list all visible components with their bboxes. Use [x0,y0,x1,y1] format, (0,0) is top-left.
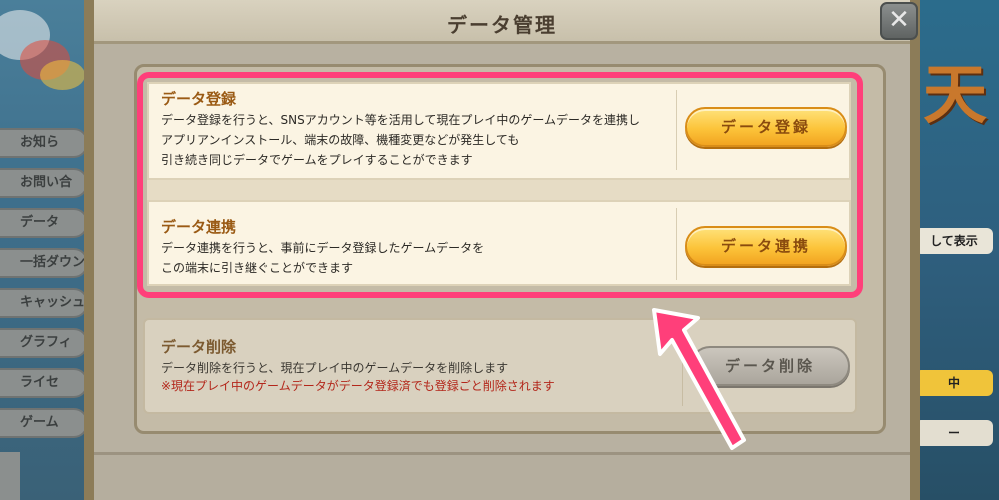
close-button[interactable]: ✕ [880,2,918,40]
dialog-footer [94,452,910,500]
arrow-pointer-icon [652,308,746,450]
background-menu-item: お問い合 [0,168,88,198]
background-kanji: 天 [923,58,987,133]
background-menu-item: キャッシュ [0,288,88,318]
data-delete-description: データ削除を行うと、現在プレイ中のゲームデータを削除します [161,361,509,375]
background-menu-item: 一括ダウン [0,248,88,278]
close-icon: ✕ [888,5,910,35]
data-delete-warning: ※現在プレイ中のゲームデータがデータ登録済でも登録ごと削除されます [161,379,555,393]
background-menu-item: ゲーム [0,408,88,438]
background-tag: 中 [915,370,993,396]
background-menu-tab [0,452,20,500]
highlight-frame [137,72,863,298]
dialog-title: データ管理 [447,13,557,37]
dialog-header: データ管理 [94,0,910,44]
background-left-panel: お知ら お問い合 データ 一括ダウン キャッシュ グラフィ ライセ ゲーム [0,0,92,500]
background-tag: して表示 [915,228,993,254]
background-tag: ー [915,420,993,446]
background-menu-item: お知ら [0,128,88,158]
data-delete-title: データ削除 [161,338,237,356]
background-menu-item: ライセ [0,368,88,398]
background-menu-item: グラフィ [0,328,88,358]
background-menu-item: データ [0,208,88,238]
background-right-panel: 天 して表示 中 ー [909,0,999,500]
